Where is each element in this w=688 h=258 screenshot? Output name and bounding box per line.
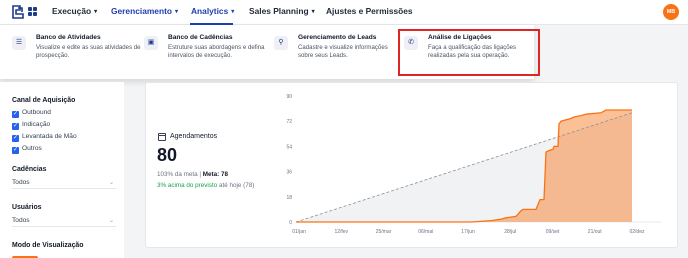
x-tick-label: 12/fev <box>334 229 348 235</box>
x-tick-label: 02/dez <box>629 229 645 235</box>
x-tick-label: 09/set <box>546 229 560 235</box>
y-tick-label: 54 <box>286 144 292 150</box>
x-tick-label: 21/out <box>588 229 603 235</box>
y-tick-label: 0 <box>289 220 292 226</box>
x-tick-label: 01/jan <box>292 229 306 235</box>
y-tick-label: 90 <box>286 94 292 100</box>
y-tick-label: 18 <box>286 195 292 201</box>
agendamentos-chart: 0 18 36 54 72 90 01/jan 12/fev 25/mar 06/mai 17/ju… <box>286 94 661 235</box>
x-tick-label: 25/mar <box>376 229 392 235</box>
x-tick-label: 28/jul <box>504 229 516 235</box>
x-tick-label: 17/jun <box>461 229 475 235</box>
y-tick-label: 72 <box>286 119 292 125</box>
x-tick-label: 06/mai <box>418 229 433 235</box>
y-tick-label: 36 <box>286 170 292 176</box>
